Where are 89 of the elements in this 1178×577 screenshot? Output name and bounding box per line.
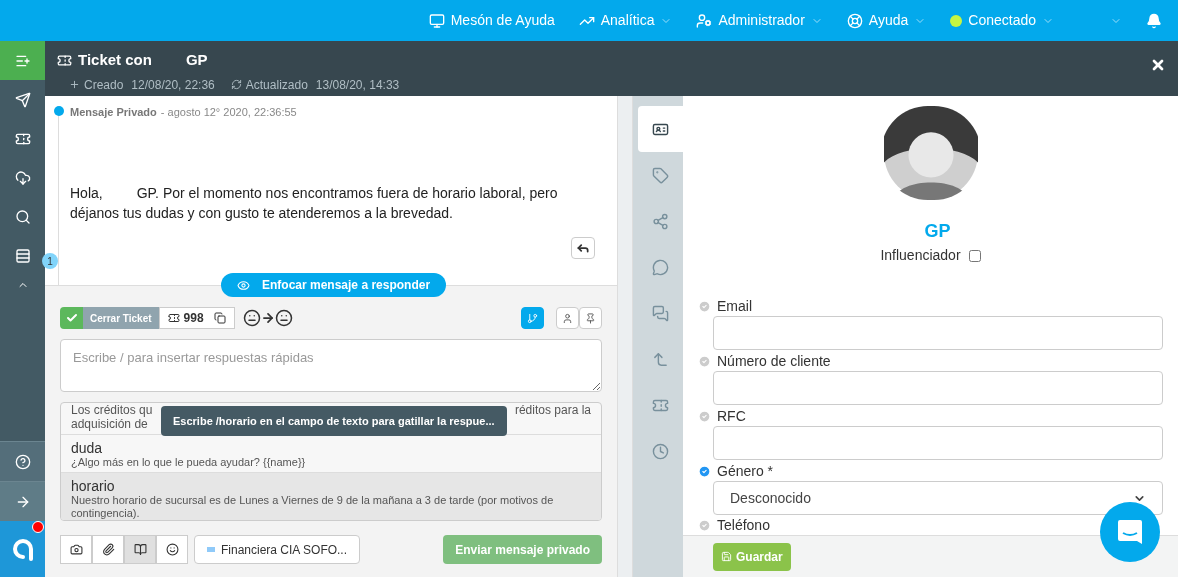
side-tab[interactable]	[638, 106, 683, 152]
reply-input[interactable]: Escribe / para insertar respuestas rápidas	[60, 339, 602, 392]
refresh-icon	[230, 79, 242, 90]
lifebuoy-icon	[846, 12, 863, 29]
attach-button[interactable]	[124, 535, 156, 564]
reply-icon	[576, 241, 590, 255]
toolbar-button[interactable]	[556, 307, 579, 329]
person-icon	[562, 312, 573, 324]
nav-item[interactable]: Ayuda	[846, 10, 927, 31]
created-label: Creado	[84, 76, 124, 94]
chat-launcher[interactable]	[1100, 502, 1160, 562]
arrow-icon	[652, 350, 669, 368]
camera-icon	[69, 543, 83, 556]
sentiment-drawing	[242, 309, 293, 327]
nav-item[interactable]: Conectado	[950, 10, 1054, 31]
sidebar-item[interactable]	[0, 441, 45, 481]
list-icon	[14, 247, 31, 264]
tag-icon	[652, 166, 669, 184]
reply-text: Los créditos qu	[71, 403, 153, 417]
book-icon	[133, 543, 147, 556]
message-title: Mensaje Privado	[70, 105, 157, 120]
ticket-icon	[57, 52, 72, 68]
reply-button[interactable]	[571, 237, 595, 259]
reply-text: Nuestro horario de sucursal es de Lunes a Viernes de 9 de la mañana a 3 de tarde (por motivos de contingencia).	[71, 494, 555, 520]
bubbles-icon	[652, 304, 669, 322]
save-icon	[721, 551, 732, 562]
reply-text: réditos para la	[514, 403, 591, 417]
branch-icon	[527, 312, 538, 324]
gender-select[interactable]: Desconocido	[713, 481, 1163, 515]
logo-icon	[10, 537, 35, 561]
attach-button[interactable]	[60, 535, 92, 564]
plus-icon	[69, 79, 80, 90]
field-label: Género *	[717, 461, 774, 481]
toolbar-button[interactable]	[579, 307, 602, 329]
message-text: Hola, GP. Por el momento nos encontramos fuera de horario laboral, pero déjanos tus dudas y con gusto te atenderemos a la brevedad.	[70, 183, 559, 223]
updated-label: Actualizado	[245, 76, 308, 94]
search-icon	[14, 208, 31, 225]
text-field[interactable]	[713, 371, 1163, 405]
check-icon	[65, 312, 78, 324]
save-button[interactable]: Guardar	[713, 542, 791, 571]
close-icon[interactable]	[1150, 57, 1166, 73]
attach-button[interactable]	[92, 535, 124, 564]
field-label: RFC	[717, 406, 746, 426]
text-field[interactable]	[713, 316, 1163, 350]
channel-icon	[207, 547, 215, 552]
tooltip: Escribe /horario en el campo de texto para gatillar la respue...	[161, 406, 507, 436]
count-badge: 1	[42, 253, 58, 269]
nav-item[interactable]: Administrador	[696, 10, 823, 31]
reply-title: horario	[71, 478, 116, 494]
ticket-title: GP	[185, 50, 208, 70]
app-logo[interactable]	[0, 521, 45, 577]
influencer-label: Influenciador	[880, 246, 961, 265]
help-icon	[14, 453, 31, 470]
eye-icon	[237, 278, 250, 292]
influencer-checkbox[interactable]	[968, 249, 981, 262]
nav-item[interactable]: Analítica	[578, 10, 673, 31]
ticket-icon	[167, 312, 180, 324]
reply-text: ¿Algo más en lo que le pueda ayudar? {{name}}	[71, 456, 307, 469]
field-label: Email	[717, 296, 752, 316]
contact-name: GP	[924, 220, 951, 243]
ticket-title: Ticket con	[78, 50, 152, 70]
smile-icon	[165, 543, 179, 556]
ticket-number: 998	[183, 310, 204, 327]
message-date: - agosto 12° 2020, 22:36:55	[160, 105, 297, 120]
reply-title: duda	[71, 440, 104, 456]
copy-icon[interactable]	[213, 312, 226, 324]
focus-button[interactable]: Enfocar mensaje a responder	[221, 273, 447, 297]
toolbar-button[interactable]	[521, 307, 544, 329]
attach-button[interactable]	[156, 535, 188, 564]
send-icon	[14, 91, 31, 108]
cloud-download-icon	[14, 169, 31, 186]
quick-reply-item[interactable]: horario Nuestro horario de sucursal es de Lunes a Viernes de 9 de la mañana a 3 de tarde (por motivos de contingencia).	[61, 473, 601, 520]
network-icon	[652, 212, 669, 230]
pin-icon	[585, 312, 596, 324]
updated-date: 13/08/20, 14:33	[315, 76, 400, 94]
monitor-icon	[428, 12, 445, 29]
text-field[interactable]	[713, 426, 1163, 460]
clock-icon	[652, 442, 669, 460]
channel-button[interactable]: Financiera CIA SOFO...	[194, 535, 361, 564]
clip-icon	[101, 543, 115, 556]
created-date: 12/08/20, 22:36	[131, 76, 215, 94]
reply-text: adquisición de	[71, 417, 148, 431]
nav-item[interactable]: Mesón de Ayuda	[428, 10, 555, 31]
bell-icon[interactable]	[1146, 12, 1162, 29]
bubble-icon	[652, 258, 669, 276]
field-label: Número de cliente	[717, 351, 831, 371]
chat-icon	[1116, 518, 1144, 546]
field-label: Teléfono	[717, 515, 770, 535]
person-icon	[696, 12, 713, 29]
